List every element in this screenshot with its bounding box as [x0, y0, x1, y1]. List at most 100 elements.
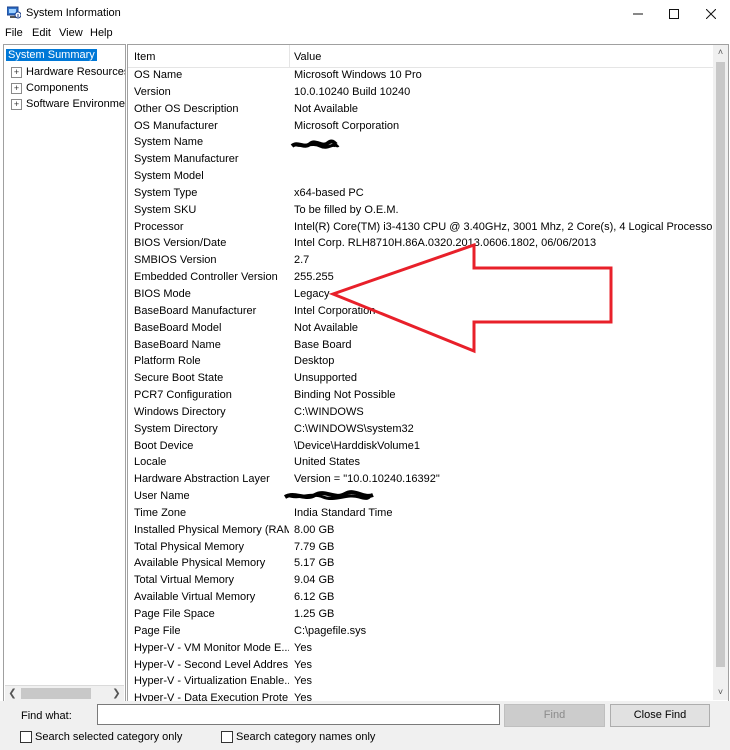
- row-item: Processor: [134, 220, 184, 233]
- menu-edit[interactable]: Edit: [32, 27, 51, 39]
- row-value: Microsoft Corporation: [294, 119, 400, 132]
- row-item: Total Virtual Memory: [134, 574, 235, 587]
- menu-view[interactable]: View: [59, 27, 83, 39]
- table-row[interactable]: BaseBoard Manufacturer Intel Corporation: [128, 303, 713, 320]
- row-item: Time Zone: [134, 506, 187, 519]
- table-row[interactable]: Windows Directory C:\WINDOWS: [128, 404, 713, 421]
- row-item: BaseBoard Manufacturer: [134, 304, 257, 317]
- tree-item-components[interactable]: + Components: [4, 80, 88, 96]
- row-value: Intel Corporation: [294, 304, 376, 317]
- table-row[interactable]: Locale United States: [128, 454, 713, 471]
- details-list[interactable]: Item Value OS Name Microsoft Windows 10 P…: [127, 44, 729, 703]
- table-row[interactable]: BIOS Version/Date Intel Corp. RLH8710H.86…: [128, 235, 713, 252]
- tree-item-system-summary[interactable]: System Summary: [6, 47, 97, 63]
- scroll-right-icon[interactable]: ❯: [109, 686, 124, 701]
- row-value: Binding Not Possible: [294, 389, 396, 402]
- close-window-button[interactable]: [694, 0, 728, 26]
- find-button[interactable]: Find: [504, 704, 605, 727]
- table-row[interactable]: Total Virtual Memory 9.04 GB: [128, 572, 713, 589]
- row-value: 6.12 GB: [294, 591, 335, 604]
- row-value: 2.7: [294, 254, 310, 267]
- table-row[interactable]: Processor Intel(R) Core(TM) i3-4130 CPU @…: [128, 219, 728, 236]
- search-category-names-checkbox[interactable]: Search category names only: [221, 730, 375, 744]
- checkbox[interactable]: [20, 731, 32, 744]
- maximize-button[interactable]: [657, 0, 691, 26]
- row-value: C:\WINDOWS\system32: [294, 422, 414, 435]
- table-row[interactable]: SMBIOS Version 2.7: [128, 252, 713, 269]
- scroll-up-icon[interactable]: ˄: [713, 45, 728, 60]
- row-value: Unsupported: [294, 372, 357, 385]
- table-row[interactable]: Platform Role Desktop: [128, 353, 713, 370]
- row-value: Base Board: [294, 338, 352, 351]
- table-row[interactable]: System Directory C:\WINDOWS\system32: [128, 421, 713, 438]
- expand-icon[interactable]: +: [11, 66, 22, 78]
- table-row[interactable]: BIOS Mode Legacy: [128, 286, 713, 303]
- menu-file[interactable]: File: [5, 27, 23, 39]
- table-row[interactable]: OS Manufacturer Microsoft Corporation: [128, 118, 713, 135]
- minimize-icon: [633, 13, 643, 15]
- row-item: Other OS Description: [134, 102, 239, 115]
- table-row[interactable]: BaseBoard Name Base Board: [128, 337, 713, 354]
- table-row[interactable]: BaseBoard Model Not Available: [128, 320, 713, 337]
- checkbox[interactable]: [221, 731, 233, 744]
- table-row[interactable]: Installed Physical Memory (RAM) 8.00 GB: [128, 522, 713, 539]
- table-row[interactable]: Available Physical Memory 5.17 GB: [128, 555, 713, 572]
- table-row[interactable]: OS Name Microsoft Windows 10 Pro: [128, 67, 713, 84]
- table-row[interactable]: System Manufacturer: [128, 151, 713, 168]
- maximize-icon: [669, 8, 679, 19]
- menu-help[interactable]: Help: [90, 27, 113, 39]
- close-find-button[interactable]: Close Find: [610, 704, 710, 727]
- row-item: Hyper-V - VM Monitor Mode E...: [134, 641, 289, 654]
- table-row[interactable]: PCR7 Configuration Binding Not Possible: [128, 387, 713, 404]
- row-item: Hyper-V - Virtualization Enable...: [134, 675, 289, 688]
- scroll-down-icon[interactable]: ˅: [713, 685, 728, 700]
- minimize-button[interactable]: [621, 0, 655, 26]
- row-item: System Name: [134, 136, 204, 149]
- column-header-value[interactable]: Value: [294, 51, 321, 63]
- row-item: PCR7 Configuration: [134, 389, 232, 402]
- expand-icon[interactable]: +: [11, 82, 22, 94]
- row-item: Hardware Abstraction Layer: [134, 473, 270, 486]
- system-information-icon: [7, 6, 21, 19]
- tree-horizontal-scrollbar[interactable]: ❮ ❯: [5, 685, 124, 701]
- table-row[interactable]: Embedded Controller Version 255.255: [128, 269, 713, 286]
- tree-item-software-environment[interactable]: + Software Environment: [4, 96, 125, 112]
- table-row[interactable]: Page File Space 1.25 GB: [128, 606, 713, 623]
- search-selected-category-checkbox[interactable]: Search selected category only: [20, 730, 182, 744]
- table-row[interactable]: Boot Device \Device\HarddiskVolume1: [128, 438, 713, 455]
- table-row[interactable]: Secure Boot State Unsupported: [128, 370, 713, 387]
- details-vertical-scrollbar[interactable]: ˄ ˅: [713, 45, 728, 700]
- table-row[interactable]: Other OS Description Not Available: [128, 101, 713, 118]
- row-value: 5.17 GB: [294, 557, 335, 570]
- row-item: BIOS Version/Date: [134, 237, 227, 250]
- table-row[interactable]: System SKU To be filled by O.E.M.: [128, 202, 713, 219]
- table-row[interactable]: Time Zone India Standard Time: [128, 505, 713, 522]
- row-value: 9.04 GB: [294, 574, 335, 587]
- table-row[interactable]: System Name: [128, 134, 713, 151]
- find-what-input[interactable]: [97, 704, 500, 725]
- row-value: Yes: [294, 658, 312, 671]
- table-row[interactable]: Hyper-V - Virtualization Enable... Yes: [128, 673, 713, 690]
- row-value: x64-based PC: [294, 186, 364, 199]
- table-row[interactable]: Version 10.0.10240 Build 10240: [128, 84, 713, 101]
- row-item: Boot Device: [134, 439, 194, 452]
- table-row[interactable]: System Type x64-based PC: [128, 185, 713, 202]
- scrollbar-thumb[interactable]: [716, 62, 725, 667]
- scrollbar-thumb[interactable]: [21, 688, 91, 699]
- column-header-item[interactable]: Item: [134, 51, 155, 63]
- table-row[interactable]: Hardware Abstraction Layer Version = "10.…: [128, 471, 713, 488]
- table-row[interactable]: User Name: [128, 488, 713, 505]
- row-value: Legacy: [294, 287, 330, 300]
- expand-icon[interactable]: +: [11, 98, 22, 110]
- column-divider[interactable]: [289, 45, 290, 67]
- table-row[interactable]: Page File C:\pagefile.sys: [128, 623, 713, 640]
- table-row[interactable]: Total Physical Memory 7.79 GB: [128, 539, 713, 556]
- table-row[interactable]: Hyper-V - VM Monitor Mode E... Yes: [128, 640, 713, 657]
- tree-item-hardware-resources[interactable]: + Hardware Resources: [4, 64, 125, 80]
- table-row[interactable]: Available Virtual Memory 6.12 GB: [128, 589, 713, 606]
- table-row[interactable]: Hyper-V - Second Level Addres... Yes: [128, 657, 713, 674]
- table-row[interactable]: System Model: [128, 168, 713, 185]
- scroll-left-icon[interactable]: ❮: [5, 686, 20, 701]
- row-item: Secure Boot State: [134, 372, 224, 385]
- category-tree[interactable]: System Summary + Hardware Resources + Comp…: [3, 44, 126, 703]
